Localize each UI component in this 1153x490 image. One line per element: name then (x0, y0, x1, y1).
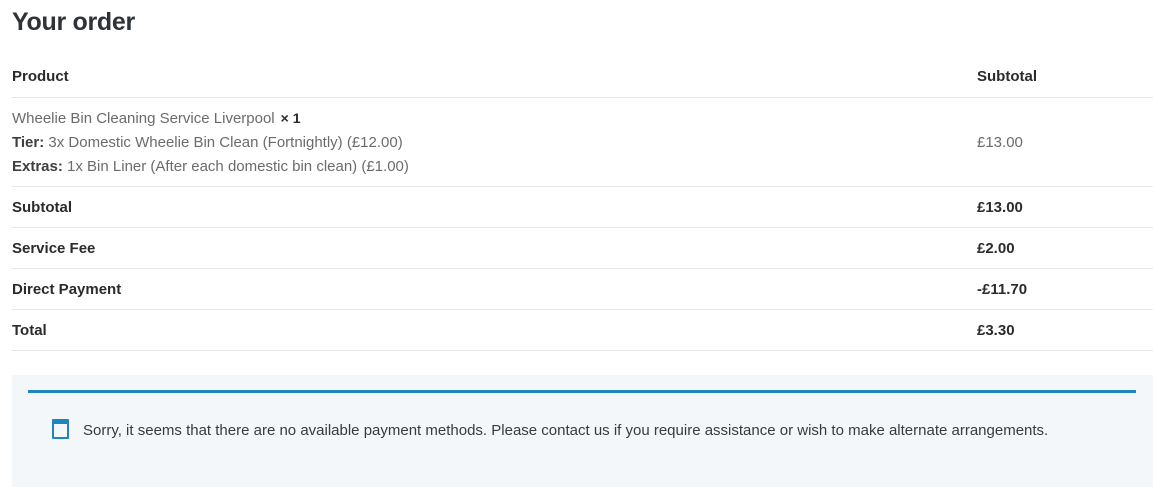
meta-key: Extras: (12, 157, 63, 175)
notice-message: Sorry, it seems that there are no availa… (83, 422, 1049, 439)
totals-label: Service Fee (12, 227, 977, 269)
product-column-header: Product (12, 56, 977, 98)
cart-item-name: Wheelie Bin Cleaning Service Liverpool (12, 109, 275, 127)
subtotal-column-header: Subtotal (977, 56, 1153, 98)
cart-item-meta-tier: Tier: 3x Domestic Wheelie Bin Clean (For… (12, 131, 977, 155)
cart-item-name-line: Wheelie Bin Cleaning Service Liverpool × … (12, 106, 977, 131)
totals-label: Subtotal (12, 186, 977, 228)
totals-label: Direct Payment (12, 268, 977, 310)
subtotal-row: Subtotal £13.00 (12, 186, 1153, 228)
totals-value: -£11.70 (977, 268, 1153, 310)
info-window-icon (52, 419, 69, 439)
totals-label: Total (12, 309, 977, 351)
totals-value: £3.30 (977, 309, 1153, 351)
cart-item-meta-extras: Extras: 1x Bin Liner (After each domesti… (12, 155, 977, 179)
totals-value: £2.00 (977, 227, 1153, 269)
payment-section: Sorry, it seems that there are no availa… (12, 375, 1153, 487)
cart-item-row: Wheelie Bin Cleaning Service Liverpool × … (12, 97, 1153, 187)
service-fee-row: Service Fee £2.00 (12, 227, 1153, 269)
meta-value: 3x Domestic Wheelie Bin Clean (Fortnight… (48, 133, 403, 151)
cart-item-subtotal: £13.00 (977, 97, 1153, 187)
cart-item-quantity: × 1 (280, 109, 301, 126)
totals-value: £13.00 (977, 186, 1153, 228)
no-payment-methods-notice: Sorry, it seems that there are no availa… (28, 390, 1136, 490)
order-review-table: Product Subtotal Wheelie Bin Cleaning Se… (12, 56, 1153, 351)
order-total-row: Total £3.30 (12, 309, 1153, 351)
meta-key: Tier: (12, 133, 45, 151)
meta-value: 1x Bin Liner (After each domestic bin cl… (67, 157, 409, 175)
direct-payment-row: Direct Payment -£11.70 (12, 268, 1153, 310)
cart-item-product-cell: Wheelie Bin Cleaning Service Liverpool × … (12, 97, 977, 187)
table-header-row: Product Subtotal (12, 56, 1153, 98)
order-heading: Your order (12, 8, 135, 36)
